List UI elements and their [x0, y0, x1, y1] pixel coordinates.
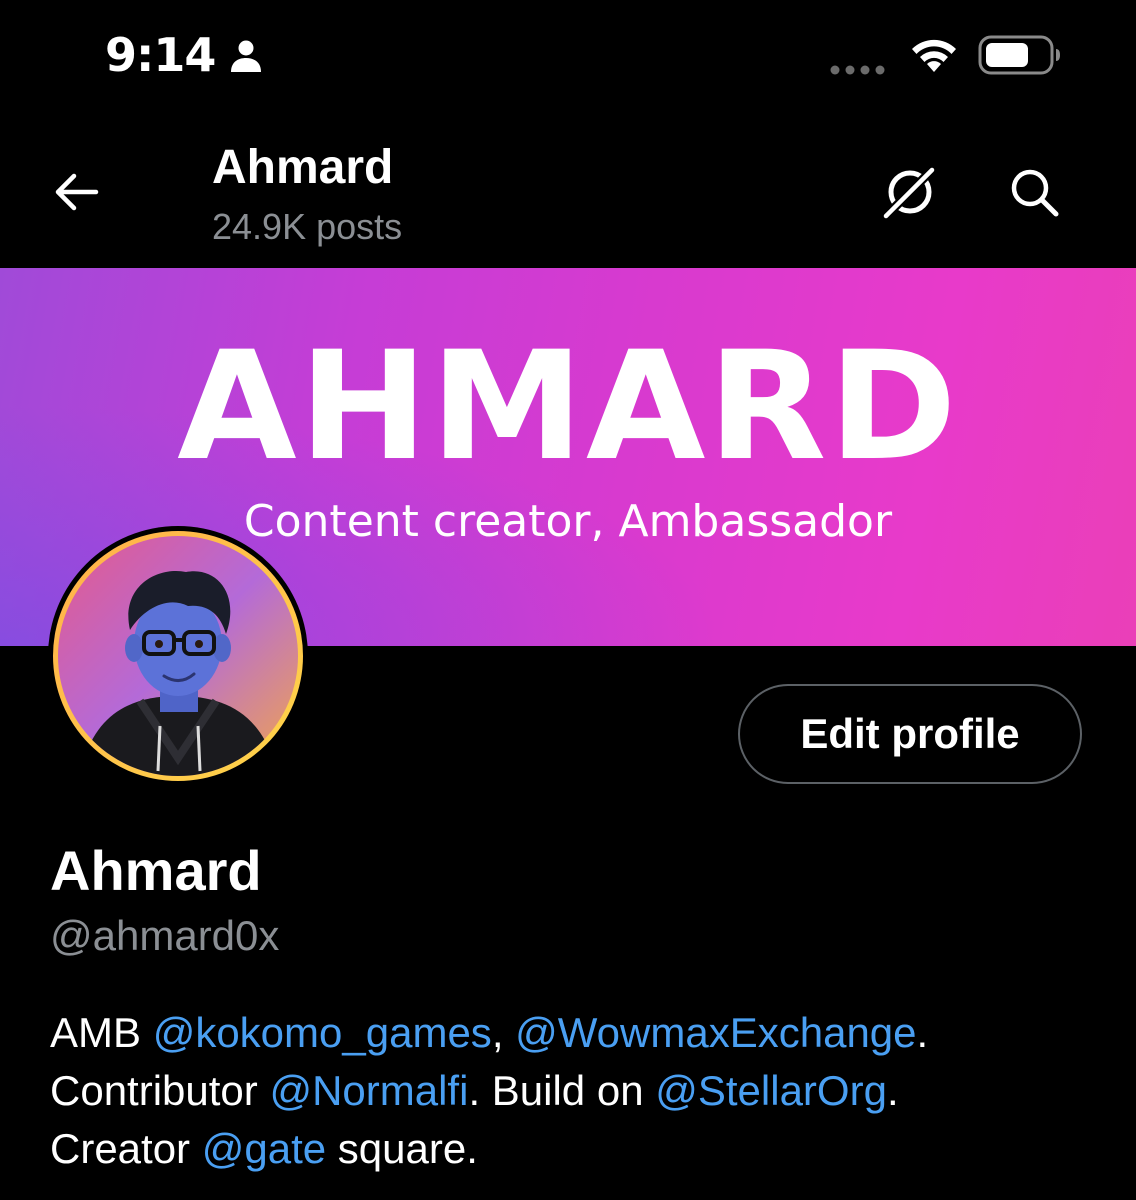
battery-icon — [978, 34, 1062, 76]
bio-text: . — [916, 1009, 929, 1056]
mention-link[interactable]: @WowmaxExchange — [515, 1009, 916, 1056]
bio-line: Contributor @Normalfi. Build on @Stellar… — [50, 1062, 1110, 1120]
status-time: 9:14 — [105, 28, 216, 82]
bio-text: . — [886, 1067, 899, 1114]
wifi-icon — [908, 36, 960, 74]
bio-text: square. — [326, 1125, 478, 1172]
status-bar: 9:14 — [0, 0, 1136, 110]
mention-link[interactable]: @kokomo_games — [153, 1009, 492, 1056]
banner-subtitle: Content creator, Ambassador — [243, 496, 893, 547]
person-icon — [228, 38, 264, 74]
edit-profile-button[interactable]: Edit profile — [738, 684, 1082, 784]
bio-line: Creator @gate square. — [50, 1120, 1110, 1178]
mention-link[interactable]: @gate — [202, 1125, 326, 1172]
bio-text: , — [491, 1009, 516, 1056]
handle: @ahmard0x — [50, 912, 280, 959]
post-count: 24.9K posts — [212, 206, 403, 247]
header-title: Ahmard — [212, 141, 394, 194]
bio-line: AMB @kokomo_games, @WowmaxExchange. — [50, 1004, 1110, 1062]
mention-link[interactable]: @Normalfi — [269, 1067, 468, 1114]
bio-text: Creator — [50, 1125, 202, 1172]
bio-text: Contributor — [50, 1067, 270, 1114]
avatar[interactable] — [48, 526, 308, 786]
signal-dots-icon — [830, 62, 888, 75]
bio-text: AMB — [50, 1009, 153, 1056]
bio-text: . Build on — [468, 1067, 656, 1114]
banner-title: AHMARD — [177, 320, 959, 494]
bio: AMB @kokomo_games, @WowmaxExchange. Cont… — [50, 1004, 1110, 1178]
back-arrow-icon[interactable] — [50, 168, 102, 216]
display-name: Ahmard — [50, 839, 262, 902]
mention-link[interactable]: @StellarOrg — [655, 1067, 887, 1114]
grok-icon[interactable] — [878, 164, 940, 222]
search-icon[interactable] — [1006, 166, 1064, 220]
